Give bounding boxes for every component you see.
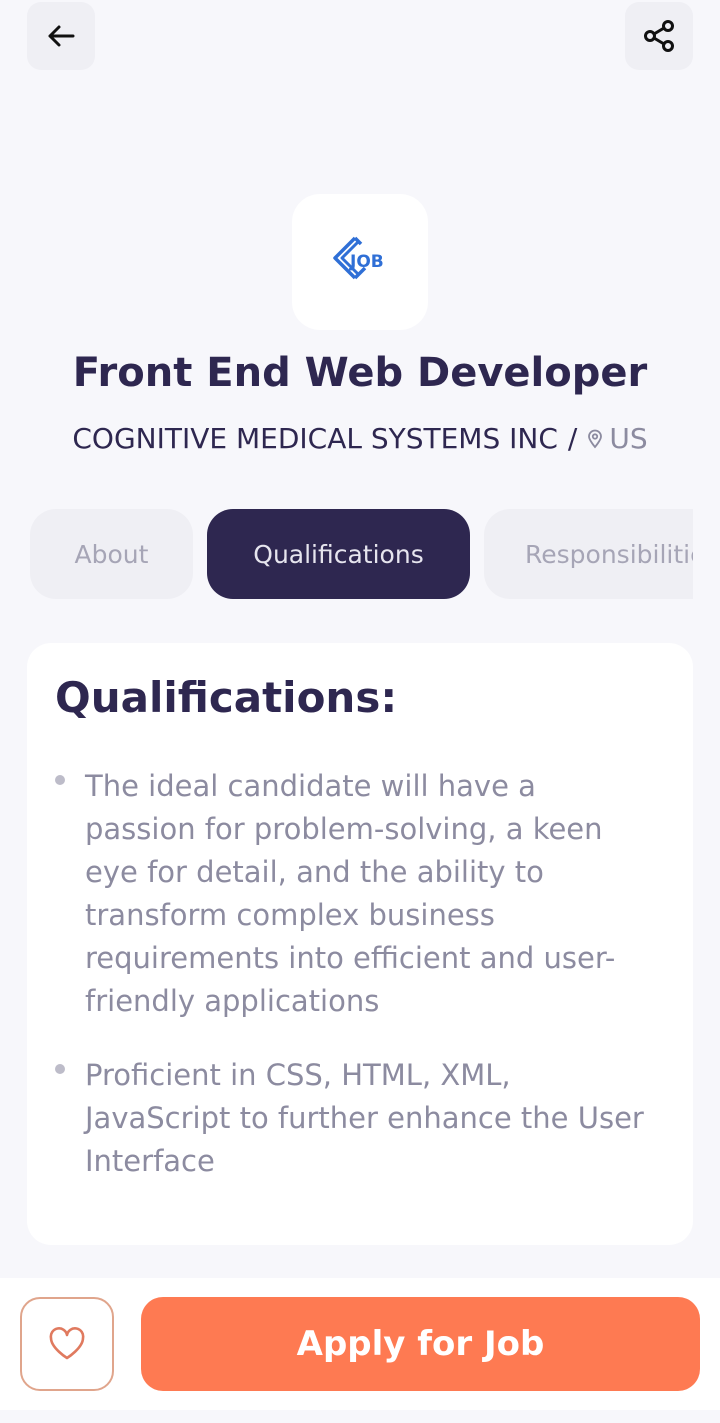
location-text: US bbox=[609, 422, 648, 455]
job-details-screen: JOB Front End Web Developer COGNITIVE ME… bbox=[0, 0, 720, 1423]
company-location-line: COGNITIVE MEDICAL SYSTEMS INC / US bbox=[0, 422, 720, 455]
detail-tabs: About Qualifications Responsibilities bbox=[30, 509, 693, 599]
location-pin-icon bbox=[588, 429, 603, 448]
footer-bar: Apply for Job bbox=[0, 1278, 720, 1410]
job-title: Front End Web Developer bbox=[72, 350, 648, 396]
favorite-button[interactable] bbox=[20, 1297, 114, 1391]
qualifications-heading: Qualifications: bbox=[55, 673, 398, 722]
share-icon bbox=[644, 20, 674, 52]
apply-button[interactable]: Apply for Job bbox=[141, 1297, 700, 1391]
company-name: COGNITIVE MEDICAL SYSTEMS INC bbox=[72, 422, 558, 455]
tab-responsibilities[interactable]: Responsibilities bbox=[484, 509, 693, 599]
separator: / bbox=[567, 422, 578, 455]
qualifications-list: The ideal candidate will have a passion … bbox=[55, 765, 645, 1214]
job-location: US bbox=[587, 422, 648, 455]
qualifications-card: Qualifications: The ideal candidate will… bbox=[27, 643, 693, 1245]
company-logo-text: JOB bbox=[350, 252, 384, 272]
bullet-dot bbox=[55, 775, 65, 785]
tab-qualifications[interactable]: Qualifications bbox=[207, 509, 470, 599]
list-item: The ideal candidate will have a passion … bbox=[55, 765, 645, 1023]
list-item: Proficient in CSS, HTML, XML, JavaScript… bbox=[55, 1054, 645, 1183]
arrow-left-icon bbox=[48, 25, 75, 47]
qualification-text: The ideal candidate will have a passion … bbox=[85, 769, 616, 1018]
qualification-text: Proficient in CSS, HTML, XML, JavaScript… bbox=[85, 1058, 644, 1178]
share-button[interactable] bbox=[625, 2, 693, 70]
back-button[interactable] bbox=[27, 2, 95, 70]
tab-about[interactable]: About bbox=[30, 509, 193, 599]
bullet-dot bbox=[55, 1064, 65, 1074]
heart-icon bbox=[49, 1327, 85, 1360]
